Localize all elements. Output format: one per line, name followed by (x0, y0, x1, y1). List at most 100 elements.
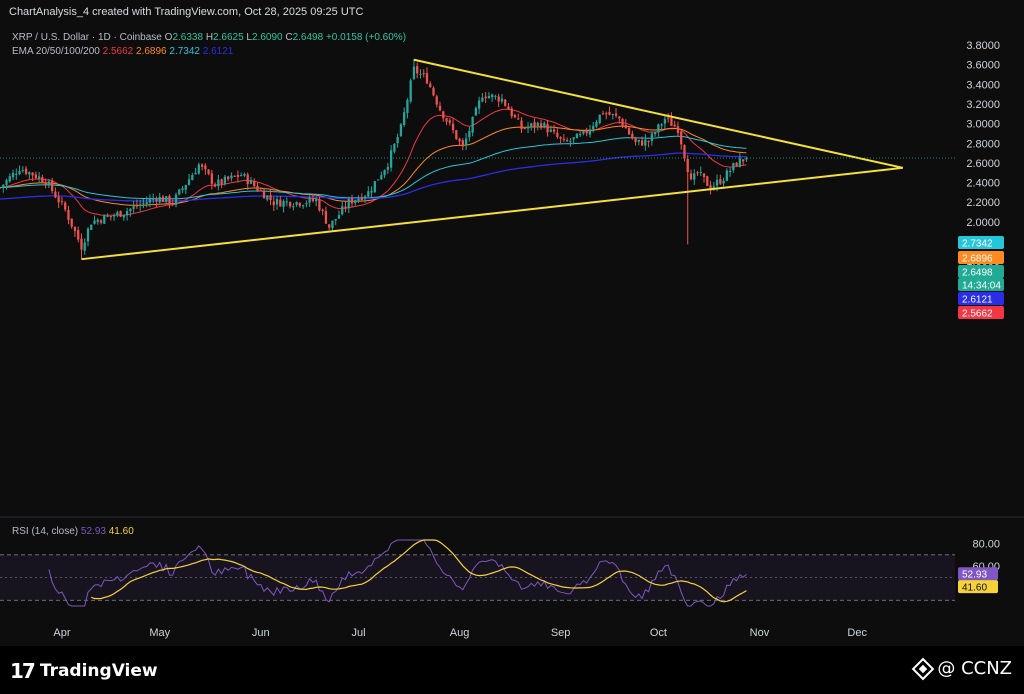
candle-body (236, 174, 240, 177)
candle (119, 210, 122, 218)
candle (256, 182, 259, 192)
candle (2, 184, 5, 193)
candle-body (341, 206, 344, 215)
price-tick-label: 3.4000 (966, 79, 1000, 91)
candle (728, 167, 732, 177)
candle-body (99, 220, 103, 223)
candle (637, 139, 640, 146)
candle-body (370, 190, 373, 193)
candle (575, 133, 579, 139)
candle-body (526, 126, 530, 129)
candle-body (386, 167, 390, 170)
tradingview-logo[interactable]: 17 TradingView (10, 659, 158, 683)
candle-body (497, 96, 500, 102)
chart-canvas[interactable]: 3.8000 3.6000 3.4000 3.2000 3.0000 2.8000 2.60… (0, 0, 1024, 646)
candle (386, 162, 390, 174)
rsi-legend: RSI (14, close) 52.93 41.60 (12, 526, 134, 537)
candle (429, 81, 432, 88)
candle (67, 205, 70, 225)
l-value: 2.6090 (251, 32, 283, 43)
candle (507, 102, 510, 110)
price-badges: 2.7342 2.6896 2.6498 14:34:04 2.6121 2.5662 (958, 236, 1004, 320)
candle (517, 113, 520, 120)
candle (611, 113, 614, 120)
candle (644, 134, 647, 151)
candle (21, 166, 24, 173)
candle-body (696, 172, 699, 174)
candle-body (363, 196, 367, 199)
candle-body (419, 73, 422, 75)
candle-body (308, 197, 311, 203)
price-badge-label: 14:34:04 (962, 281, 1001, 292)
candle (275, 195, 279, 210)
candle-body (15, 173, 18, 175)
candle-body (644, 139, 647, 146)
candle (536, 121, 539, 131)
candle (246, 172, 249, 190)
candle (321, 208, 324, 216)
candle-body (2, 184, 5, 188)
candle-body (204, 165, 207, 170)
candle-body (517, 118, 520, 120)
rsi-label[interactable]: RSI (14, close) (12, 526, 78, 537)
watermark-text: @ CCNZ (937, 658, 1012, 679)
candle (432, 86, 435, 97)
candle-body (357, 198, 360, 202)
candle-body (11, 172, 15, 178)
rsi-badge-label: 41.60 (962, 583, 987, 594)
diamond-logo-icon (912, 657, 935, 680)
candle (435, 94, 438, 108)
candle-body (477, 100, 481, 109)
candle (112, 213, 116, 221)
candle (477, 96, 481, 114)
candle-body (139, 204, 142, 206)
candle (673, 120, 676, 127)
candle-body (262, 190, 266, 199)
candle (526, 122, 530, 134)
candle (471, 116, 474, 137)
candle (73, 226, 77, 237)
candle-body (549, 129, 552, 132)
candle-body (598, 114, 601, 124)
candle (253, 178, 256, 188)
candle-body (481, 97, 484, 102)
candle-body (660, 124, 663, 126)
candle-body (640, 140, 644, 146)
candle (491, 93, 494, 102)
candle (484, 91, 487, 104)
candle-body (37, 176, 41, 179)
candle (455, 129, 458, 140)
candle (458, 137, 461, 146)
candle-body (67, 209, 70, 220)
candle-body (18, 171, 21, 175)
candle (481, 92, 484, 103)
candle (442, 110, 445, 122)
ascending-trendline (81, 166, 903, 261)
candle-body (44, 182, 47, 185)
candle-body (129, 208, 132, 212)
candle (285, 197, 288, 207)
candle-body (689, 173, 693, 180)
candle (272, 196, 275, 212)
ema-label[interactable]: EMA 20/50/100/200 (12, 46, 100, 57)
c-label: C (285, 32, 293, 43)
candle (213, 182, 217, 188)
candle-body (416, 66, 419, 74)
candle (282, 199, 285, 213)
candle (670, 112, 673, 127)
candle (438, 101, 442, 112)
candle (181, 185, 184, 194)
candle-body (181, 188, 184, 191)
candle-body (432, 87, 435, 96)
candle (288, 201, 292, 209)
candle-body (122, 214, 125, 218)
candle (347, 196, 350, 213)
candle (174, 192, 178, 208)
candle-body (275, 199, 279, 205)
symbol-line[interactable]: XRP / U.S. Dollar · 1D · Coinbase (12, 32, 162, 43)
rsi-badge: 52.93 (958, 567, 998, 581)
ema-lines (0, 108, 747, 216)
candle-body (389, 150, 393, 168)
candle-body (500, 98, 504, 102)
candle (657, 123, 660, 137)
